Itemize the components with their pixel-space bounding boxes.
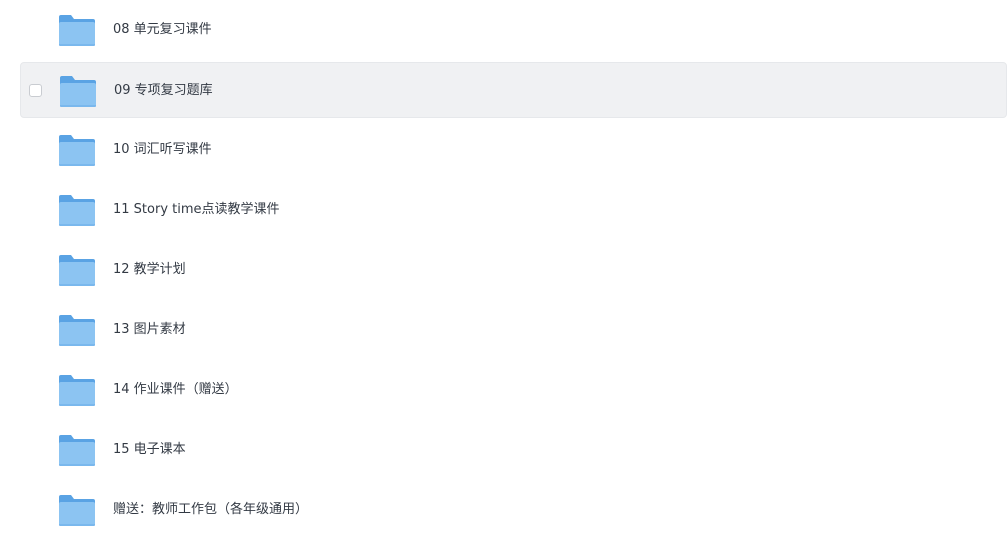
folder-row[interactable]: 13 图片素材 xyxy=(20,302,1007,358)
file-list: 08 单元复习课件 09 专项复习题库 10 词汇听写课件 11 Story t… xyxy=(0,0,1007,544)
folder-row[interactable]: 09 专项复习题库 xyxy=(20,62,1007,118)
folder-icon xyxy=(58,433,96,467)
folder-name[interactable]: 10 词汇听写课件 xyxy=(113,122,212,178)
folder-name[interactable]: 08 单元复习课件 xyxy=(113,2,212,58)
folder-name[interactable]: 11 Story time点读教学课件 xyxy=(113,182,280,238)
folder-row[interactable]: 赠送：教师工作包（各年级通用） xyxy=(20,482,1007,538)
folder-row[interactable]: 10 词汇听写课件 xyxy=(20,122,1007,178)
folder-row[interactable]: 12 教学计划 xyxy=(20,242,1007,298)
folder-icon xyxy=(59,74,97,108)
folder-icon xyxy=(58,373,96,407)
folder-row[interactable]: 15 电子课本 xyxy=(20,422,1007,478)
folder-icon xyxy=(58,133,96,167)
folder-name[interactable]: 15 电子课本 xyxy=(113,422,186,478)
folder-row[interactable]: 11 Story time点读教学课件 xyxy=(20,182,1007,238)
folder-icon xyxy=(58,13,96,47)
folder-name[interactable]: 赠送：教师工作包（各年级通用） xyxy=(113,482,308,538)
folder-row[interactable]: 14 作业课件（赠送） xyxy=(20,362,1007,418)
folder-icon xyxy=(58,193,96,227)
folder-icon xyxy=(58,493,96,527)
folder-icon xyxy=(58,253,96,287)
folder-name[interactable]: 13 图片素材 xyxy=(113,302,186,358)
folder-icon xyxy=(58,313,96,347)
row-checkbox[interactable] xyxy=(29,84,42,97)
folder-name[interactable]: 12 教学计划 xyxy=(113,242,186,298)
folder-name[interactable]: 14 作业课件（赠送） xyxy=(113,362,238,418)
folder-row[interactable]: 08 单元复习课件 xyxy=(20,2,1007,58)
folder-name[interactable]: 09 专项复习题库 xyxy=(114,63,213,119)
